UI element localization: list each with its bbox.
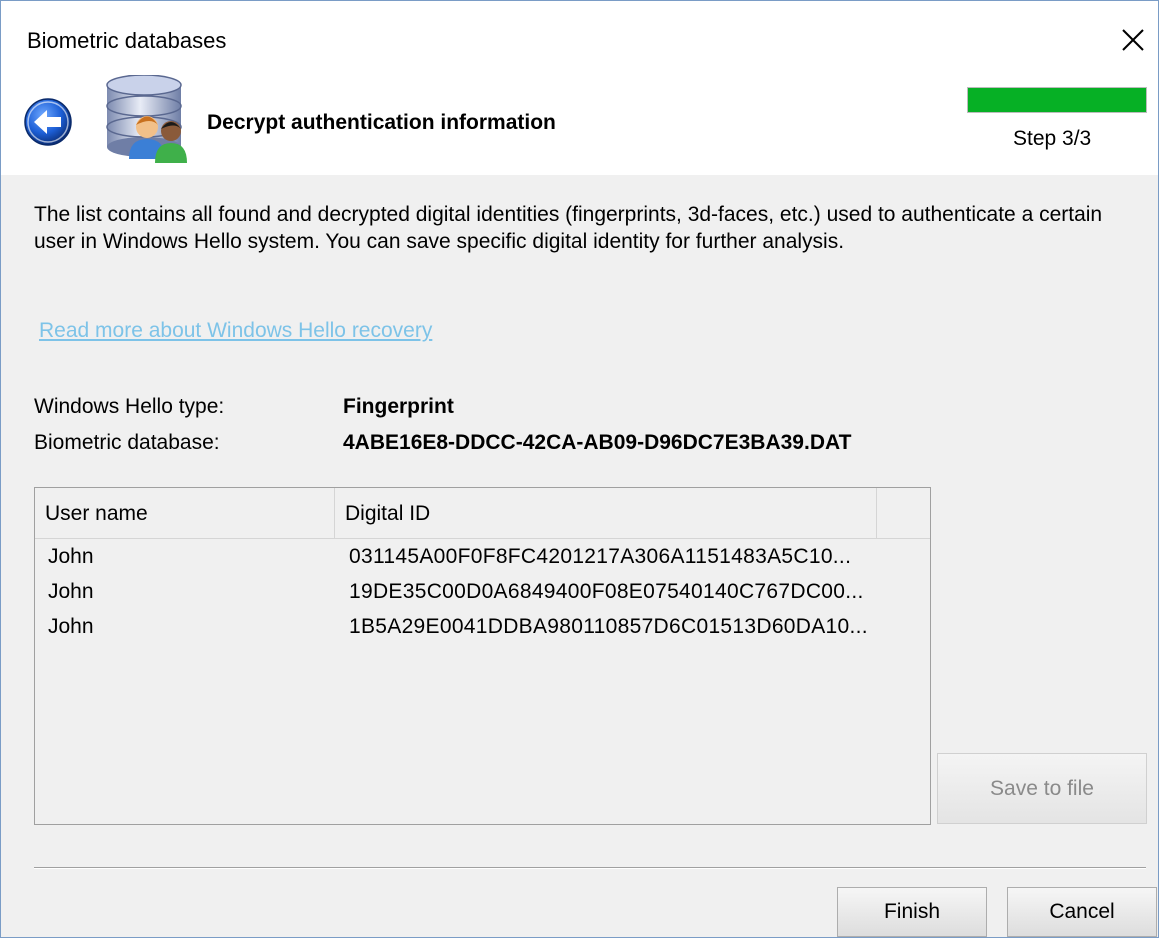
row-user-name: John bbox=[48, 580, 94, 603]
column-header-digital-id[interactable]: Digital ID bbox=[335, 488, 876, 538]
footer-divider bbox=[34, 867, 1146, 869]
cancel-button[interactable]: Cancel bbox=[1007, 887, 1157, 937]
close-button[interactable] bbox=[1108, 15, 1158, 65]
wizard-step-title: Decrypt authentication information bbox=[207, 111, 556, 134]
back-button[interactable] bbox=[23, 97, 73, 147]
hello-type-label: Windows Hello type: bbox=[34, 395, 225, 418]
biometric-db-value: 4ABE16E8-DDCC-42CA-AB09-D96DC7E3BA39.DAT bbox=[343, 431, 852, 454]
row-digital-id: 031145A00F0F8FC4201217A306A1151483A5C10.… bbox=[349, 545, 852, 568]
finish-button[interactable]: Finish bbox=[837, 887, 987, 937]
back-arrow-icon bbox=[24, 98, 72, 146]
table-row[interactable]: John 031145A00F0F8FC4201217A306A1151483A… bbox=[35, 540, 930, 575]
hello-type-value: Fingerprint bbox=[343, 395, 454, 418]
identities-list[interactable]: User name Digital ID John 031145A00F0F8F… bbox=[34, 487, 931, 825]
close-icon bbox=[1122, 29, 1144, 51]
biometric-db-label: Biometric database: bbox=[34, 431, 220, 454]
dialog-window: Biometric databases Decrypt authenticati… bbox=[0, 0, 1159, 938]
column-header-user[interactable]: User name bbox=[35, 488, 334, 538]
title-bar: Biometric databases bbox=[1, 1, 1158, 77]
step-indicator: Step 3/3 bbox=[1013, 127, 1092, 150]
list-header: User name Digital ID bbox=[35, 488, 930, 539]
window-title: Biometric databases bbox=[27, 28, 227, 53]
progress-fill bbox=[968, 88, 1146, 112]
column-separator[interactable] bbox=[876, 488, 877, 538]
database-users-icon bbox=[106, 75, 187, 163]
row-digital-id: 19DE35C00D0A6849400F08E07540140C767DC00.… bbox=[349, 580, 864, 603]
progress-bar bbox=[967, 87, 1147, 113]
row-digital-id: 1B5A29E0041DDBA980110857D6C01513D60DA10.… bbox=[349, 615, 868, 638]
wizard-header: Decrypt authentication information Step … bbox=[1, 75, 1158, 175]
row-user-name: John bbox=[48, 545, 94, 568]
save-to-file-button[interactable]: Save to file bbox=[937, 753, 1147, 824]
read-more-link[interactable]: Read more about Windows Hello recovery bbox=[39, 319, 432, 343]
table-row[interactable]: John 1B5A29E0041DDBA980110857D6C01513D60… bbox=[35, 610, 930, 645]
description-text: The list contains all found and decrypte… bbox=[34, 203, 1103, 253]
table-row[interactable]: John 19DE35C00D0A6849400F08E07540140C767… bbox=[35, 575, 930, 610]
row-user-name: John bbox=[48, 615, 94, 638]
